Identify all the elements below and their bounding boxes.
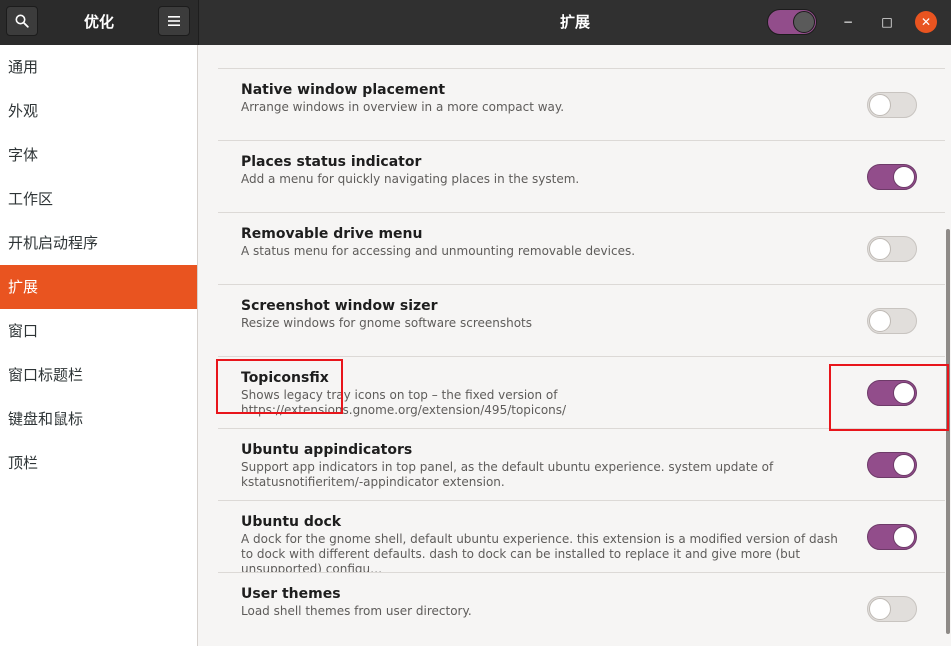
sidebar-item-general[interactable]: 通用 — [0, 45, 197, 89]
scrollbar-thumb[interactable] — [946, 229, 950, 634]
switch-knob — [893, 166, 915, 188]
extension-title: Places status indicator — [241, 154, 422, 170]
hamburger-menu-icon — [168, 16, 180, 26]
extension-description: A dock for the gnome shell, default ubun… — [241, 532, 838, 576]
header-right: 扩展 − □ ✕ — [198, 0, 951, 45]
switch-knob — [869, 310, 891, 332]
sidebar-item-workspaces[interactable]: 工作区 — [0, 177, 197, 221]
sidebar-item-startup-applications[interactable]: 开机启动程序 — [0, 221, 197, 265]
extension-title: User themes — [241, 586, 341, 602]
switch-knob — [869, 94, 891, 116]
extension-row-places-status-indicator: Places status indicator Add a menu for q… — [218, 140, 945, 212]
sidebar-item-label: 窗口 — [8, 322, 39, 340]
extension-description: Resize windows for gnome software screen… — [241, 316, 533, 330]
extension-toggle[interactable] — [867, 596, 917, 622]
extension-toggle[interactable] — [867, 164, 917, 190]
global-extensions-switch[interactable] — [767, 9, 817, 35]
extension-title: Native window placement — [241, 82, 446, 98]
sidebar-item-fonts[interactable]: 字体 — [0, 133, 197, 177]
extension-row-native-window-placement: Native window placement Arrange windows … — [218, 68, 945, 140]
header-bar: 优化 扩展 − □ ✕ — [0, 0, 951, 45]
sidebar-item-windows[interactable]: 窗口 — [0, 309, 197, 353]
extension-description: A status menu for accessing and unmounti… — [241, 244, 636, 258]
minimize-button[interactable]: − — [837, 11, 859, 33]
extension-title: Screenshot window sizer — [241, 298, 438, 314]
sidebar-item-label: 字体 — [8, 146, 39, 164]
sidebar: 通用 外观 字体 工作区 开机启动程序 扩展 窗口 窗口标题栏 键盘和鼠标 顶栏 — [0, 45, 198, 646]
extension-toggle[interactable] — [867, 308, 917, 334]
extensions-panel: Native window placement Arrange windows … — [199, 45, 951, 646]
extension-toggle[interactable] — [867, 92, 917, 118]
extension-row-ubuntu-appindicators: Ubuntu appindicators Support app indicat… — [218, 428, 945, 500]
maximize-icon: □ — [881, 15, 893, 29]
switch-knob — [869, 598, 891, 620]
sidebar-item-label: 工作区 — [8, 190, 54, 208]
extension-toggle[interactable] — [867, 452, 917, 478]
menu-button[interactable] — [158, 6, 190, 36]
close-icon: ✕ — [920, 15, 932, 29]
sidebar-item-label: 开机启动程序 — [8, 234, 99, 252]
highlight-box-topiconsfix-title — [216, 359, 343, 414]
extension-description: Arrange windows in overview in a more co… — [241, 100, 565, 114]
minimize-icon: − — [842, 15, 854, 29]
extension-title: Ubuntu dock — [241, 514, 342, 530]
sidebar-item-keyboard-mouse[interactable]: 键盘和鼠标 — [0, 397, 197, 441]
extension-row-removable-drive-menu: Removable drive menu A status menu for a… — [218, 212, 945, 284]
sidebar-item-window-titlebars[interactable]: 窗口标题栏 — [0, 353, 197, 397]
sidebar-item-label: 扩展 — [8, 278, 39, 296]
close-button[interactable]: ✕ — [915, 11, 937, 33]
maximize-button[interactable]: □ — [876, 11, 898, 33]
sidebar-item-top-bar[interactable]: 顶栏 — [0, 441, 197, 485]
sidebar-item-label: 顶栏 — [8, 454, 39, 472]
extension-title: Removable drive menu — [241, 226, 423, 242]
sidebar-item-label: 窗口标题栏 — [8, 366, 84, 384]
highlight-box-topiconsfix-toggle — [829, 364, 949, 431]
extension-description: Add a menu for quickly navigating places… — [241, 172, 580, 186]
extension-row-ubuntu-dock: Ubuntu dock A dock for the gnome shell, … — [218, 500, 945, 576]
extension-row-screenshot-window-sizer: Screenshot window sizer Resize windows f… — [218, 284, 945, 356]
extension-title: Ubuntu appindicators — [241, 442, 413, 458]
switch-knob — [893, 454, 915, 476]
sidebar-item-extensions[interactable]: 扩展 — [0, 265, 197, 309]
scrollbar[interactable] — [943, 45, 951, 646]
extensions-list: Native window placement Arrange windows … — [218, 68, 945, 644]
extension-description: Support app indicators in top panel, as … — [241, 460, 774, 489]
switch-knob — [869, 238, 891, 260]
switch-knob — [893, 526, 915, 548]
sidebar-item-label: 键盘和鼠标 — [8, 410, 84, 428]
header-left: 优化 — [0, 0, 198, 45]
sidebar-item-label: 外观 — [8, 102, 39, 120]
extension-toggle[interactable] — [867, 524, 917, 550]
extension-row-user-themes: User themes Load shell themes from user … — [218, 572, 945, 644]
sidebar-item-label: 通用 — [8, 58, 39, 76]
extension-toggle[interactable] — [867, 236, 917, 262]
switch-knob — [793, 11, 815, 33]
sidebar-item-appearance[interactable]: 外观 — [0, 89, 197, 133]
extension-description: Load shell themes from user directory. — [241, 604, 472, 618]
